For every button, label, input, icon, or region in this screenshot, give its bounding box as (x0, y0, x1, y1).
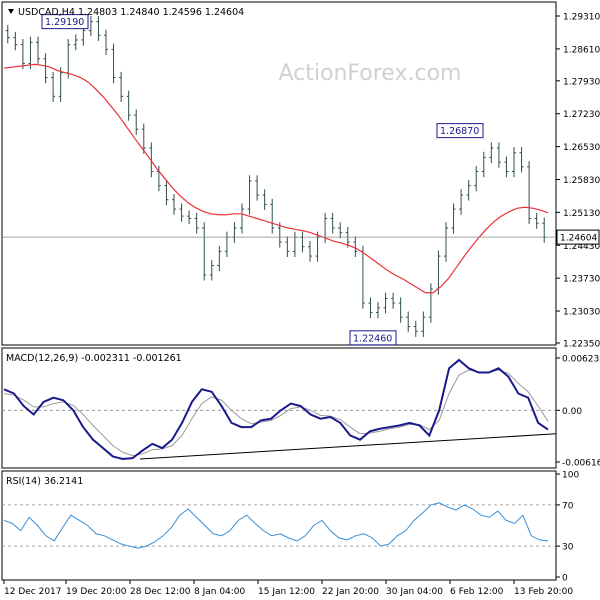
rsi-tick-label: 70 (562, 501, 574, 511)
macd-tick-label: -0.006163 (562, 459, 600, 469)
annotation-label: 1.29190 (45, 17, 84, 28)
price-annotation: 1.22460 (349, 330, 397, 346)
rsi-tick-label: 30 (562, 543, 574, 553)
rsi-title: RSI(14) 36.2141 (6, 476, 83, 487)
x-tick-label: 8 Jan 04:00 (194, 587, 246, 597)
x-tick-label: 15 Jan 12:00 (258, 587, 315, 597)
background (0, 0, 600, 600)
macd-title: MACD(12,26,9) -0.002311 -0.001261 (6, 353, 182, 364)
price-tick-label: 1.23730 (563, 275, 600, 285)
x-tick-label: 13 Feb 20:00 (514, 587, 573, 597)
rsi-tick-label: 0 (562, 574, 568, 584)
x-tick-label: 19 Dec 20:00 (66, 587, 127, 597)
annotation-label: 1.26870 (440, 126, 479, 137)
watermark-text: ActionForex.com (279, 61, 462, 86)
x-tick-label: 22 Jan 20:00 (322, 587, 379, 597)
chart-root: ActionForex.com 1.29310 1.28610 1.27930 1.2… (0, 0, 600, 600)
price-tick-label: 1.27230 (563, 110, 600, 120)
price-tick-label: 1.27930 (563, 77, 600, 87)
x-tick-label: 6 Feb 12:00 (450, 587, 504, 597)
price-title-group: USDCAD,H4 1.24803 1.24840 1.24596 1.2460… (8, 7, 244, 18)
price-annotation: 1.26870 (436, 123, 484, 139)
current-price-label: 1.24604 (560, 234, 597, 244)
price-tick-label: 1.23030 (563, 308, 600, 318)
price-tick-label: 1.25830 (563, 176, 600, 186)
macd-tick-label: 0.006232 (562, 355, 600, 365)
rsi-tick-label: 100 (562, 471, 579, 481)
price-tick-label: 1.25130 (563, 209, 600, 219)
price-tick-label: 1.29310 (563, 13, 600, 23)
x-tick-label: 28 Dec 12:00 (130, 587, 191, 597)
current-price-tag: 1.24604 (556, 229, 600, 245)
price-tick-label: 1.22350 (563, 340, 600, 350)
x-tick-label: 12 Dec 2017 (4, 587, 62, 597)
annotation-label: 1.22460 (353, 333, 392, 344)
macd-tick-label: 0.00 (562, 407, 582, 417)
price-title: USDCAD,H4 1.24803 1.24840 1.24596 1.2460… (18, 7, 244, 18)
price-tick-label: 1.26530 (563, 143, 600, 153)
price-tick-label: 1.28610 (563, 45, 600, 55)
x-tick-label: 30 Jan 04:00 (386, 587, 443, 597)
